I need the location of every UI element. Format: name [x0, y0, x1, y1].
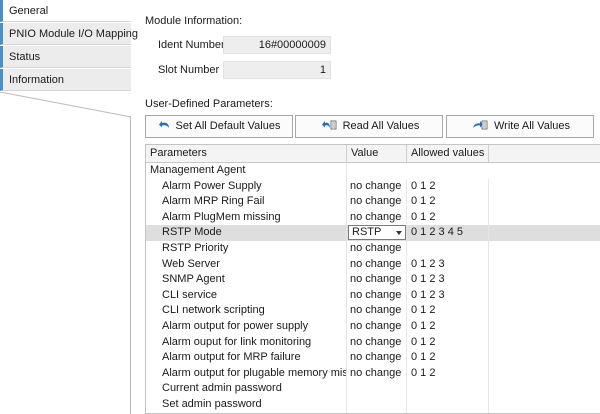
nav-item-general[interactable]: General — [0, 0, 131, 22]
set-all-default-values-label: Set All Default Values — [175, 120, 281, 132]
param-allowed-values: 0 1 2 — [407, 319, 489, 335]
param-name: CLI network scripting — [146, 303, 347, 319]
table-row[interactable]: Current admin password — [146, 381, 600, 397]
nav-item-pnio-module-io-mapping[interactable]: PNIO Module I/O Mapping — [0, 23, 138, 45]
param-value[interactable]: no change — [347, 256, 407, 273]
param-value[interactable]: no change — [347, 334, 407, 351]
table-row[interactable]: SNMP Agent no change 0 1 2 3 — [146, 272, 600, 288]
table-row[interactable]: CLI service no change 0 1 2 3 — [146, 287, 600, 304]
write-arrow-icon — [472, 120, 488, 130]
dropdown-selected-value: RSTP — [352, 226, 382, 239]
param-allowed-values: 0 1 2 — [407, 365, 489, 382]
param-value[interactable]: no change — [347, 194, 407, 210]
read-all-values-button[interactable]: Read All Values — [295, 115, 443, 138]
param-value[interactable]: no change — [347, 272, 407, 288]
nav-separator — [130, 116, 131, 414]
param-allowed-values: 0 1 2 3 — [407, 287, 489, 304]
param-allowed-values — [407, 241, 489, 257]
param-value[interactable]: no change — [347, 209, 407, 226]
read-all-values-label: Read All Values — [342, 120, 420, 132]
user-defined-parameters-heading: User-Defined Parameters: — [145, 98, 273, 110]
param-allowed-values: 0 1 2 — [407, 303, 489, 319]
table-row[interactable]: RSTP Priority no change — [146, 241, 600, 257]
table-row[interactable]: Alarm Power Supply no change 0 1 2 — [146, 178, 600, 195]
table-row-group[interactable]: Management Agent — [146, 163, 600, 179]
table-row[interactable]: Alarm output for plugable memory missing… — [146, 365, 600, 382]
param-name: Alarm output for plugable memory missing — [146, 365, 347, 382]
write-all-values-button[interactable]: Write All Values — [446, 115, 594, 138]
parameters-table: Parameters Value Allowed values Manageme… — [145, 144, 600, 414]
slot-number-label: Slot Number — [158, 64, 220, 76]
param-name: Alarm ouput for link monitoring — [146, 334, 347, 351]
param-name: SNMP Agent — [146, 272, 347, 288]
ident-number-label: Ident Number — [158, 39, 225, 51]
param-allowed-values: 0 1 2 — [407, 209, 489, 226]
write-all-values-label: Write All Values — [493, 120, 570, 132]
param-name: Alarm output for power supply — [146, 319, 347, 335]
nav-item-information[interactable]: Information — [0, 69, 131, 91]
column-header-allowed-values[interactable]: Allowed values — [407, 145, 489, 162]
param-allowed-values: 0 1 2 — [407, 350, 489, 366]
param-value[interactable]: no change — [347, 319, 407, 335]
param-allowed-values — [407, 381, 489, 397]
param-name: RSTP Priority — [146, 241, 347, 257]
param-name: Current admin password — [146, 381, 347, 397]
param-name: CLI service — [146, 287, 347, 304]
nav-item-label: General — [9, 5, 49, 17]
param-value[interactable]: no change — [347, 178, 407, 195]
param-name: Alarm PlugMem missing — [146, 209, 347, 226]
param-name: Alarm Power Supply — [146, 178, 347, 195]
param-value[interactable]: no change — [347, 287, 407, 304]
table-row[interactable]: CLI network scripting no change 0 1 2 — [146, 303, 600, 319]
column-header-value[interactable]: Value — [347, 145, 407, 162]
param-allowed-values: 0 1 2 3 — [407, 256, 489, 273]
param-allowed-values: 0 1 2 3 — [407, 272, 489, 288]
param-value[interactable] — [347, 397, 407, 413]
param-allowed-values: 0 1 2 3 4 5 — [407, 225, 489, 241]
column-header-parameters[interactable]: Parameters — [146, 145, 347, 162]
param-allowed-values: 0 1 2 — [407, 334, 489, 351]
param-name: Alarm MRP Ring Fail — [146, 194, 347, 210]
rstp-mode-dropdown[interactable]: RSTP — [348, 225, 406, 241]
table-row[interactable]: Alarm output for MRP failure no change 0… — [146, 350, 600, 366]
param-name: Alarm output for MRP failure — [146, 350, 347, 366]
param-value[interactable]: no change — [347, 350, 407, 366]
table-row[interactable]: Alarm PlugMem missing no change 0 1 2 — [146, 209, 600, 226]
table-header: Parameters Value Allowed values — [146, 145, 600, 163]
table-row-selected[interactable]: RSTP Mode RSTP 0 1 2 3 4 5 — [146, 225, 600, 241]
param-value[interactable]: no change — [347, 365, 407, 382]
nav-item-label: Status — [9, 51, 41, 63]
nav-item-status[interactable]: Status — [0, 46, 131, 68]
set-all-default-values-button[interactable]: Set All Default Values — [145, 115, 293, 138]
param-name: Set admin password — [146, 397, 347, 413]
ident-number-value: 16#00000009 — [223, 36, 331, 54]
chevron-down-icon — [396, 231, 402, 236]
table-row[interactable]: Set admin password — [146, 397, 600, 413]
param-name: Web Server — [146, 256, 347, 273]
table-row[interactable]: Alarm ouput for link monitoring no chang… — [146, 334, 600, 351]
param-value[interactable]: no change — [347, 303, 407, 319]
reset-arrow-icon — [158, 121, 169, 128]
param-value[interactable] — [347, 381, 407, 397]
nav-item-label: Information — [9, 74, 65, 86]
param-allowed-values: 0 1 2 — [407, 178, 489, 195]
param-name: RSTP Mode — [146, 225, 347, 241]
param-name: Management Agent — [146, 163, 347, 179]
nav-divider-line — [0, 92, 131, 118]
module-information-heading: Module Information: — [145, 15, 243, 27]
table-row[interactable]: Alarm output for power supply no change … — [146, 319, 600, 335]
slot-number-value: 1 — [223, 61, 331, 79]
param-allowed-values — [407, 397, 489, 413]
param-value-cell: RSTP — [347, 225, 407, 241]
param-value[interactable]: no change — [347, 241, 407, 257]
read-arrow-icon — [321, 120, 336, 130]
nav-item-label: PNIO Module I/O Mapping — [9, 28, 139, 40]
param-allowed-values: 0 1 2 — [407, 194, 489, 210]
table-row[interactable]: Alarm MRP Ring Fail no change 0 1 2 — [146, 194, 600, 210]
table-row[interactable]: Web Server no change 0 1 2 3 — [146, 256, 600, 273]
side-navigation: General PNIO Module I/O Mapping Status I… — [0, 0, 138, 414]
